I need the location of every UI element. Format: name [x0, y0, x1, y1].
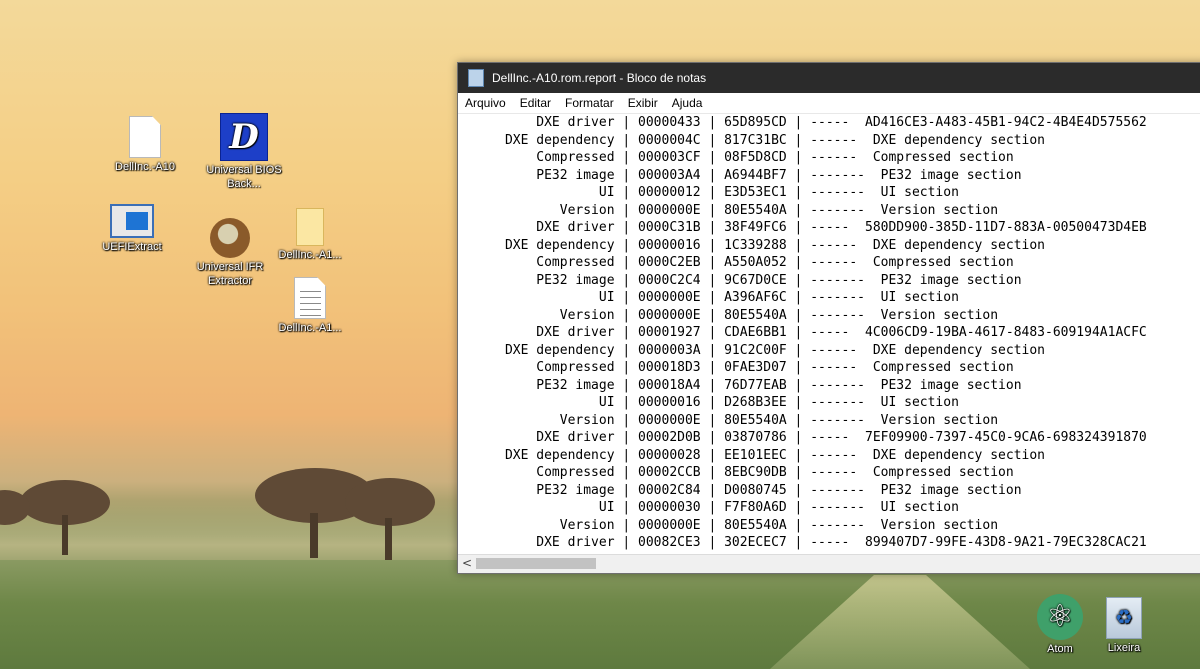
menu-formatar[interactable]: Formatar [558, 96, 621, 110]
desktop-icon-label: DellInc.-A10 [115, 161, 175, 173]
horizontal-scrollbar[interactable]: < [458, 554, 1200, 573]
window-titlebar[interactable]: DellInc.-A10.rom.report - Bloco de notas [458, 63, 1200, 93]
text-line: DXE driver | 00000433 | 65D895CD | -----… [458, 115, 1147, 130]
desktop-icon-dellinc-a1-folder[interactable]: DellInc.-A1... [268, 208, 352, 262]
desktop-icon-universal-ifr-extractor[interactable]: Universal IFR Extractor [188, 218, 272, 288]
text-editor[interactable]: DXE driver | 00000433 | 65D895CD | -----… [458, 114, 1200, 554]
text-line: UI | 00000012 | E3D53EC1 | ------- UI se… [458, 185, 959, 200]
text-line: DXE dependency | 0000004C | 817C31BC | -… [458, 132, 1045, 148]
desktop-icon-label: Universal BIOS Back... [206, 164, 282, 190]
text-line: PE32 image | 0000C2C4 | 9C67D0CE | -----… [458, 272, 1022, 288]
desktop-icon-label: Lixeira [1107, 642, 1141, 654]
desktop-icon-label: Universal IFR Extractor [196, 261, 264, 287]
text-line: UI | 0000000E | A396AF6C | ------- UI se… [458, 290, 959, 305]
file-icon [129, 116, 161, 158]
text-line: DXE driver | 00001927 | CDAE6BB1 | -----… [458, 325, 1147, 340]
text-line: DXE driver | 00002D0B | 03870786 | -----… [458, 430, 1147, 445]
scroll-thumb[interactable] [476, 558, 596, 569]
desktop-icon-dellinc-a1-text[interactable]: DellInc.-A1... [268, 277, 352, 335]
notepad-window: DellInc.-A10.rom.report - Bloco de notas… [457, 62, 1200, 574]
uefiextract-app-icon [110, 204, 154, 238]
text-line: DXE dependency | 00000016 | 1C339288 | -… [458, 237, 1045, 253]
text-line: PE32 image | 000003A4 | A6944BF7 | -----… [458, 167, 1022, 183]
text-line: DXE driver | 0000C31B | 38F49FC6 | -----… [458, 220, 1147, 235]
menu-editar[interactable]: Editar [513, 96, 558, 110]
menu-exibir[interactable]: Exibir [621, 96, 665, 110]
desktop-icon-label: DellInc.-A1... [278, 322, 342, 334]
text-line: Version | 0000000E | 80E5540A | ------- … [458, 517, 999, 533]
desktop-icon-uefiextract[interactable]: UEFIExtract [90, 204, 174, 254]
document-icon [296, 208, 324, 246]
text-line: Compressed | 000018D3 | 0FAE3D07 | -----… [458, 360, 1014, 375]
text-line: UI | 00000016 | D268B3EE | ------- UI se… [458, 395, 959, 410]
text-line: UI | 00000030 | F7F80A6D | ------- UI se… [458, 500, 959, 515]
text-line: Compressed | 0000C2EB | A550A052 | -----… [458, 255, 1014, 270]
recycle-bin-icon: ♻ [1106, 597, 1142, 639]
scroll-left-arrow[interactable]: < [462, 556, 472, 570]
menu-arquivo[interactable]: Arquivo [458, 96, 513, 110]
desktop-icon-universal-bios-backup[interactable]: D Universal BIOS Back... [202, 113, 286, 191]
bios-app-icon: D [220, 113, 268, 161]
text-line: Compressed | 00002CCB | 8EBC90DB | -----… [458, 465, 1014, 480]
text-line: Compressed | 000003CF | 08F5D8CD | -----… [458, 150, 1014, 165]
text-line: PE32 image | 00002C84 | D0080745 | -----… [458, 482, 1022, 498]
menu-bar: Arquivo Editar Formatar Exibir Ajuda [458, 93, 1200, 114]
coconut-app-icon [210, 218, 250, 258]
text-line: Version | 0000000E | 80E5540A | ------- … [458, 412, 999, 428]
desktop-icon-recycle-bin[interactable]: ♻ Lixeira [1082, 597, 1166, 655]
desktop-icon-dellinc-a10[interactable]: DellInc.-A10 [103, 116, 187, 174]
text-line: Version | 0000000E | 80E5540A | ------- … [458, 307, 999, 323]
text-file-icon [294, 277, 326, 319]
atom-app-icon: ⚛ [1037, 594, 1083, 640]
text-line: DXE driver | 00082CE3 | 302ECEC7 | -----… [458, 535, 1147, 550]
menu-ajuda[interactable]: Ajuda [665, 96, 710, 110]
desktop-icon-label: UEFIExtract [102, 241, 162, 253]
notepad-icon [468, 69, 484, 87]
text-line: DXE dependency | 00000028 | EE101EEC | -… [458, 447, 1045, 463]
text-line: Version | 0000000E | 80E5540A | ------- … [458, 202, 999, 218]
window-title: DellInc.-A10.rom.report - Bloco de notas [492, 71, 707, 85]
desktop-icon-label: DellInc.-A1... [278, 249, 342, 261]
text-line: PE32 image | 000018A4 | 76D77EAB | -----… [458, 377, 1022, 393]
text-line: DXE dependency | 0000003A | 91C2C00F | -… [458, 342, 1045, 358]
